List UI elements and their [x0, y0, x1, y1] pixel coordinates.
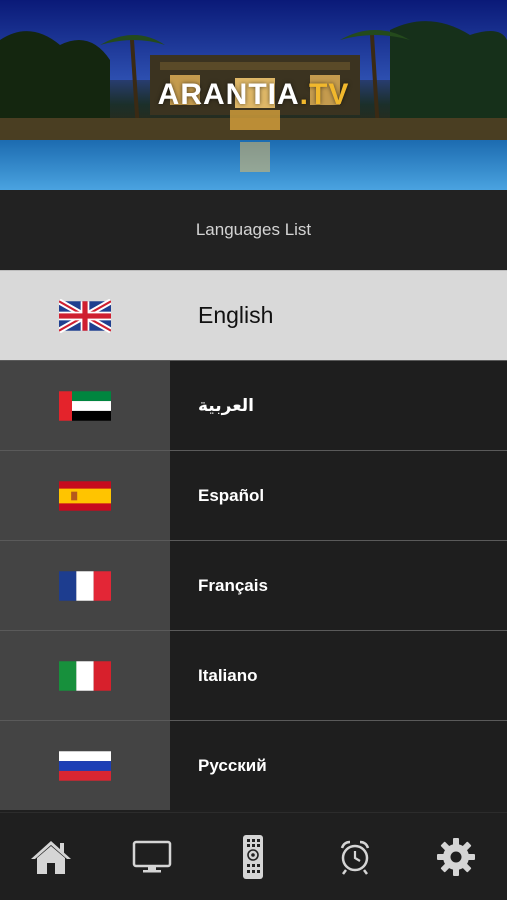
nav-settings-button[interactable]: [426, 827, 486, 887]
app-screen: ARANTIA.TV Languages List English العربي…: [0, 0, 507, 900]
language-item-french[interactable]: Français: [0, 540, 507, 630]
page-title-bar: Languages List: [0, 190, 507, 270]
language-item-spanish[interactable]: Español: [0, 450, 507, 540]
logo-main-text: ARANTIA: [157, 78, 300, 111]
remote-control-icon: [243, 834, 264, 879]
flag-cell: [0, 271, 170, 360]
italy-flag-icon: [59, 660, 111, 691]
language-label: Italiano: [170, 631, 507, 720]
uk-flag-icon: [59, 298, 111, 333]
language-item-english[interactable]: English: [0, 270, 507, 360]
nav-tv-button[interactable]: [122, 827, 182, 887]
nav-alarm-button[interactable]: [325, 827, 385, 887]
language-label: العربية: [170, 361, 507, 450]
home-icon: [30, 840, 71, 874]
page-title: Languages List: [195, 220, 312, 239]
gear-icon: [437, 837, 476, 876]
uae-flag-icon: [59, 390, 111, 421]
language-item-russian[interactable]: Русский: [0, 720, 507, 810]
nav-home-button[interactable]: [21, 827, 81, 887]
language-label: Français: [170, 541, 507, 630]
flag-cell: [0, 451, 170, 540]
flag-cell: [0, 631, 170, 720]
arantia-logo: ARANTIA.TV: [0, 78, 507, 112]
language-list: English العربية Español Français Italian…: [0, 270, 507, 810]
france-flag-icon: [59, 570, 111, 601]
language-label: English: [170, 271, 507, 360]
flag-cell: [0, 541, 170, 630]
alarm-clock-icon: [340, 840, 370, 875]
flag-cell: [0, 721, 170, 810]
language-label: Español: [170, 451, 507, 540]
logo-tld-text: .TV: [299, 78, 350, 111]
language-item-italian[interactable]: Italiano: [0, 630, 507, 720]
nav-remote-button[interactable]: [223, 827, 283, 887]
russia-flag-icon: [59, 750, 111, 781]
bottom-nav-bar: [0, 812, 507, 900]
flag-cell: [0, 361, 170, 450]
spain-flag-icon: [59, 480, 111, 511]
language-item-arabic[interactable]: العربية: [0, 360, 507, 450]
header-banner: ARANTIA.TV: [0, 0, 507, 190]
language-label: Русский: [170, 721, 507, 810]
tv-icon: [132, 840, 172, 872]
